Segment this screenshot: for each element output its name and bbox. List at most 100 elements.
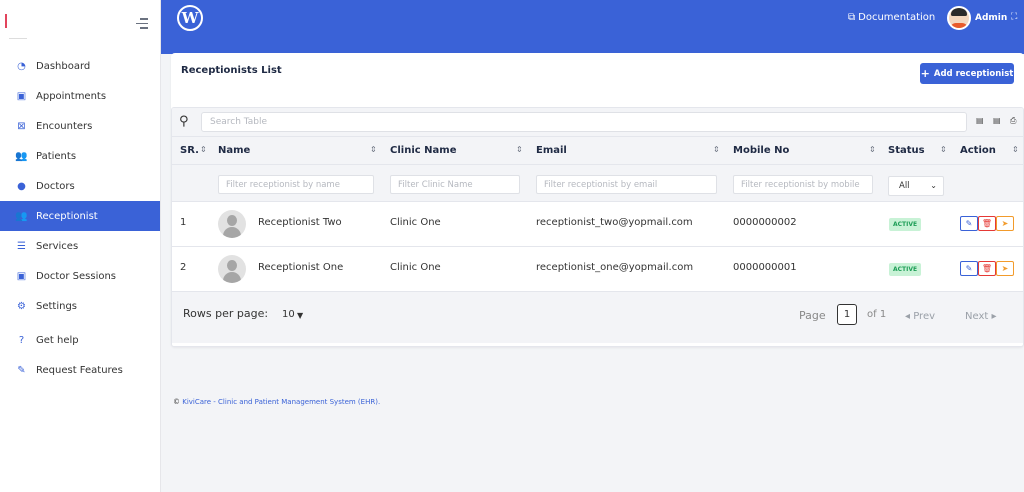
edit-button[interactable]: ✎ — [960, 261, 978, 276]
delete-button[interactable]: 🗑 — [978, 216, 996, 231]
receptionist-table: ⚲ ▤ ▤ ⎙ SR. ⇕ Name ⇕ Clinic Name ⇕ Email… — [171, 107, 1024, 347]
add-receptionist-button[interactable]: + Add receptionist — [920, 63, 1014, 84]
sidebar-item-patients[interactable]: 👥 Patients — [0, 141, 160, 171]
sort-icon[interactable]: ⇕ — [869, 145, 876, 154]
filter-mobile-input[interactable] — [733, 175, 873, 194]
page-number-input[interactable]: 1 — [837, 304, 857, 325]
calendar-x-icon: ⊠ — [17, 120, 26, 132]
sidebar-item-appointments[interactable]: ▣ Appointments — [0, 81, 160, 111]
cell-email: receptionist_one@yopmail.com — [536, 262, 694, 273]
caret-down-icon[interactable]: ▼ — [297, 311, 303, 320]
sort-icon[interactable]: ⇕ — [516, 145, 523, 154]
list-icon: ☰ — [17, 240, 26, 252]
cell-email: receptionist_two@yopmail.com — [536, 217, 693, 228]
resend-credentials-button[interactable]: ➤ — [996, 216, 1014, 231]
avatar — [218, 255, 246, 283]
calendar-icon: ▣ — [16, 270, 27, 282]
sidebar-item-doctors[interactable]: ● Doctors — [0, 171, 160, 201]
cell-name: Receptionist One — [258, 262, 344, 273]
sidebar: ◔ Dashboard ▣ Appointments ⊠ Encounters 👥 Pa… — [0, 0, 161, 492]
filter-name-input[interactable] — [218, 175, 374, 194]
sort-icon[interactable]: ⇕ — [370, 145, 377, 154]
status-badge: ACTIVE — [889, 218, 922, 231]
sort-icon[interactable]: ⇕ — [1012, 145, 1019, 154]
patients-icon: 👥 — [15, 150, 28, 162]
wordpress-logo-icon[interactable]: W — [177, 5, 203, 31]
documentation-link[interactable]: ⧉ Documentation — [848, 12, 935, 23]
sidebar-brand — [0, 0, 160, 48]
external-link-icon: ⧉ — [848, 12, 856, 23]
csv-export-icon[interactable]: ▤ — [976, 116, 984, 125]
user-icon: ● — [17, 180, 26, 192]
sidebar-item-settings[interactable]: ⚙ Settings — [0, 291, 160, 321]
table-row[interactable]: 1 Receptionist Two Clinic One receptioni… — [172, 202, 1023, 247]
filter-row: All ⌄ — [172, 165, 1023, 202]
cell-name: Receptionist Two — [258, 217, 342, 228]
sort-icon[interactable]: ⇕ — [940, 145, 947, 154]
column-header-mobile[interactable]: Mobile No — [733, 145, 789, 156]
sidebar-item-label: Doctors — [36, 180, 75, 192]
sidebar-nav: ◔ Dashboard ▣ Appointments ⊠ Encounters 👥 Pa… — [0, 51, 160, 385]
sidebar-item-services[interactable]: ☰ Services — [0, 231, 160, 261]
avatar[interactable] — [947, 6, 971, 30]
print-icon[interactable]: ⎙ — [1010, 116, 1016, 126]
footer-link[interactable]: KiviCare - Clinic and Patient Management… — [182, 398, 380, 406]
column-header-action[interactable]: Action — [960, 145, 996, 156]
search-input[interactable] — [201, 112, 967, 132]
pencil-icon: ✎ — [965, 264, 973, 273]
user-name[interactable]: Admin — [975, 13, 1007, 23]
topbar: W ⧉ Documentation Admin ⛶ — [161, 0, 1024, 54]
trash-icon: 🗑 — [981, 264, 993, 273]
sidebar-item-label: Appointments — [36, 90, 107, 102]
table-header: SR. ⇕ Name ⇕ Clinic Name ⇕ Email ⇕ Mobil… — [172, 137, 1023, 165]
sidebar-item-get-help[interactable]: ? Get help — [0, 325, 160, 355]
rows-per-page-select[interactable]: 10 — [282, 309, 295, 320]
delete-button[interactable]: 🗑 — [978, 261, 996, 276]
paper-plane-icon: ➤ — [1001, 264, 1009, 273]
next-page-button[interactable]: Next ▸ — [965, 311, 997, 322]
prev-label: Prev — [913, 311, 936, 322]
fullscreen-icon[interactable]: ⛶ — [1011, 12, 1017, 22]
sidebar-item-request-features[interactable]: ✎ Request Features — [0, 355, 160, 385]
users-icon: 👥 — [15, 210, 28, 222]
sidebar-item-doctor-sessions[interactable]: ▣ Doctor Sessions — [0, 261, 160, 291]
sidebar-item-receptionist[interactable]: 👥 Receptionist — [0, 201, 160, 231]
column-header-status[interactable]: Status — [888, 145, 925, 156]
next-label: Next — [965, 311, 989, 322]
sort-icon[interactable]: ⇕ — [200, 145, 207, 154]
sidebar-item-label: Doctor Sessions — [36, 270, 117, 282]
column-header-email[interactable]: Email — [536, 145, 567, 156]
excel-export-icon[interactable]: ▤ — [993, 116, 1001, 125]
filter-clinic-input[interactable] — [390, 175, 520, 194]
sidebar-item-dashboard[interactable]: ◔ Dashboard — [0, 51, 160, 81]
table-row[interactable]: 2 Receptionist One Clinic One receptioni… — [172, 247, 1023, 292]
sidebar-item-encounters[interactable]: ⊠ Encounters — [0, 111, 160, 141]
sidebar-toggle-icon[interactable] — [134, 18, 148, 30]
gears-icon: ⚙ — [17, 300, 26, 312]
filter-email-input[interactable] — [536, 175, 717, 194]
page-label: Page — [799, 309, 826, 322]
brand-mark — [5, 14, 7, 28]
cell-sr: 1 — [180, 217, 187, 228]
pagination: Rows per page: 10 ▼ Page 1 of 1 ◂ Prev N… — [172, 292, 1023, 343]
sidebar-item-label: Encounters — [36, 120, 93, 132]
sort-icon[interactable]: ⇕ — [713, 145, 720, 154]
receptionists-card: Receptionists List + Add receptionist ⚲ … — [171, 53, 1024, 347]
sidebar-item-label: Services — [36, 240, 79, 252]
edit-button[interactable]: ✎ — [960, 216, 978, 231]
page-title: Receptionists List — [181, 65, 282, 76]
prev-page-button[interactable]: ◂ Prev — [905, 311, 935, 322]
column-header-name[interactable]: Name — [218, 145, 250, 156]
footer: © KiviCare - Clinic and Patient Manageme… — [173, 398, 380, 406]
chevron-right-icon: ▸ — [988, 311, 997, 322]
brand-underline — [9, 38, 27, 39]
filter-status-value: All — [899, 181, 910, 191]
chevron-down-icon: ⌄ — [930, 181, 937, 190]
resend-credentials-button[interactable]: ➤ — [996, 261, 1014, 276]
sidebar-item-label: Patients — [36, 150, 77, 162]
filter-status-select[interactable]: All ⌄ — [888, 176, 944, 196]
help-icon: ? — [18, 334, 25, 346]
column-header-sr[interactable]: SR. — [180, 145, 199, 156]
column-header-clinic[interactable]: Clinic Name — [390, 145, 456, 156]
avatar — [218, 210, 246, 238]
